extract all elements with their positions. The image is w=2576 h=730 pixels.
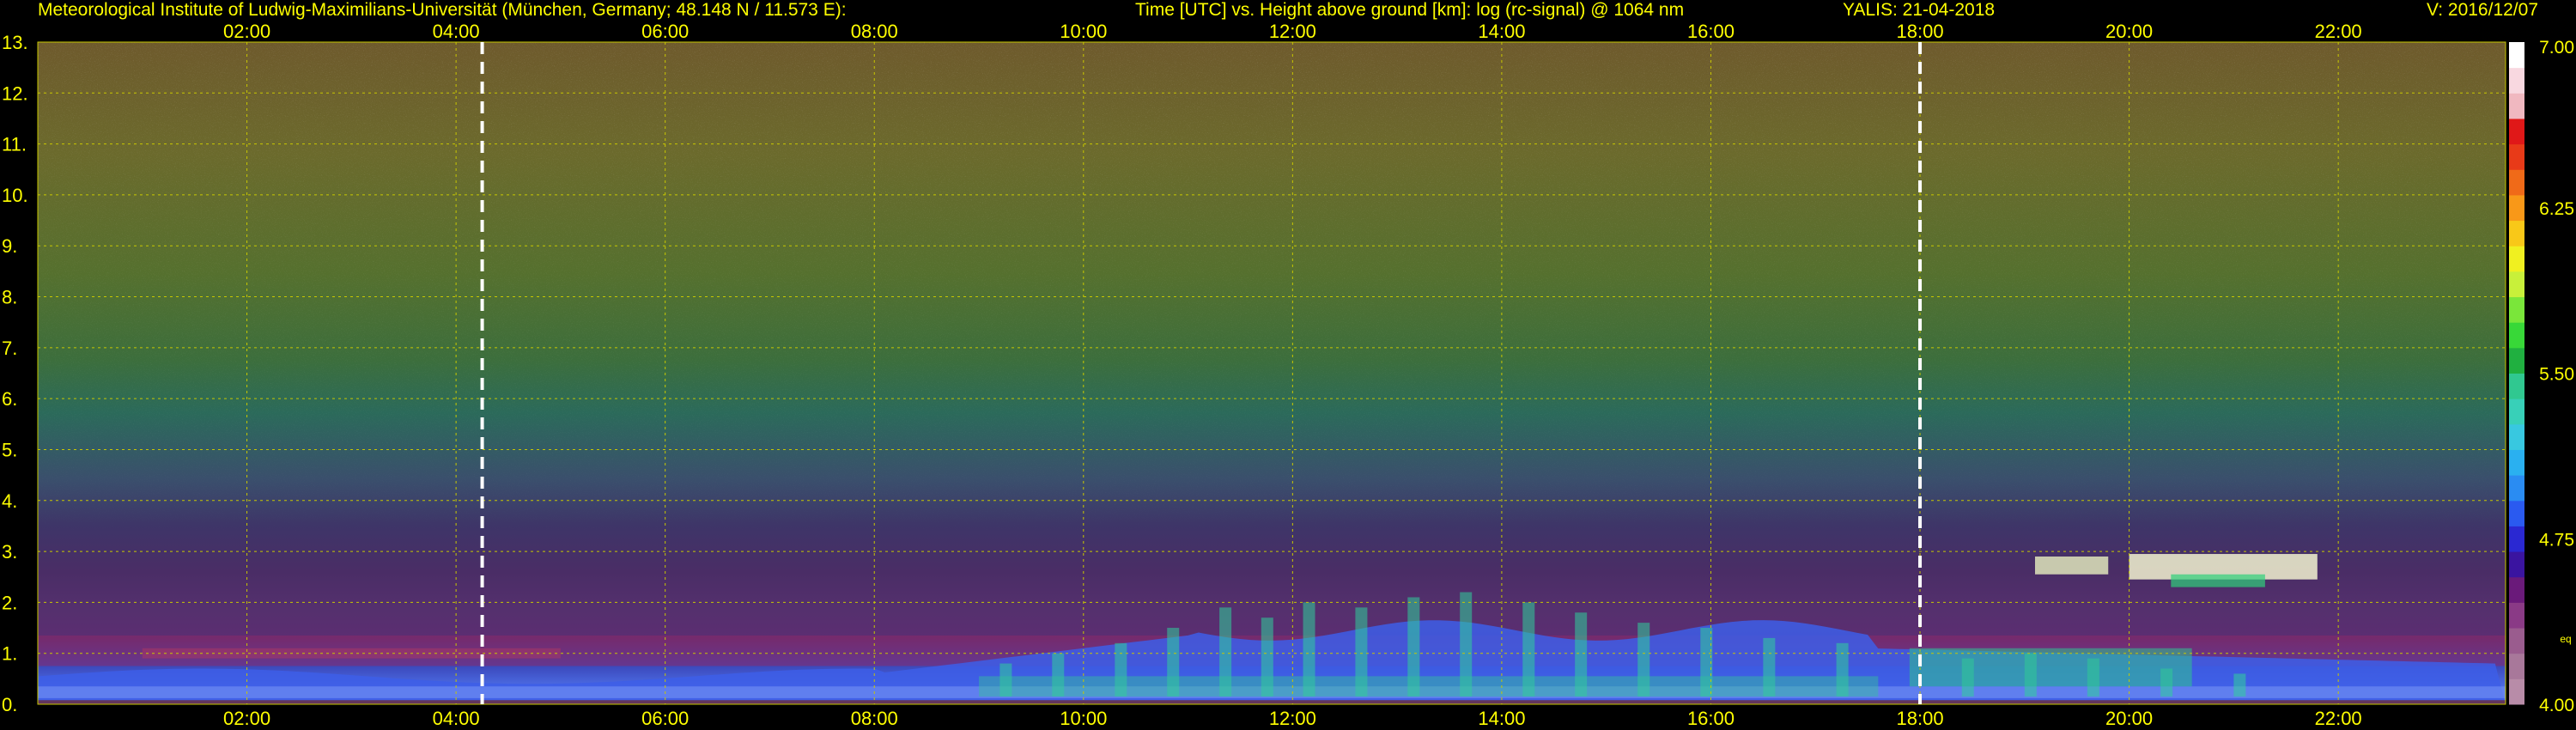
cloud-layer-a bbox=[2034, 557, 2109, 575]
mixed-layer-green bbox=[979, 676, 1879, 697]
colorbar-label-2: 5.50 bbox=[2539, 365, 2574, 385]
x-tick-top-6: 14:00 bbox=[1478, 21, 1525, 42]
colorbar: 7.00 6.25 5.50 4.75 4.00 eq bbox=[2509, 38, 2574, 715]
y-ticks: 0. 1. 2. 3. 4. 5. 6. 7. 8. 9. 10. 11. 12. 13. bbox=[2, 32, 28, 715]
x-ticks-bottom: 02:00 04:00 06:00 08:00 10:00 12:00 14:00 16:00… bbox=[223, 708, 2362, 729]
x-tick-top-2: 06:00 bbox=[641, 21, 689, 42]
y-tick-0: 0. bbox=[2, 694, 17, 715]
colorbar-label-0: 7.00 bbox=[2539, 38, 2574, 58]
x-tick-bottom-10: 22:00 bbox=[2315, 708, 2362, 729]
x-tick-top-4: 10:00 bbox=[1060, 21, 1107, 42]
y-tick-4: 4. bbox=[2, 490, 17, 512]
y-tick-8: 8. bbox=[2, 287, 17, 308]
y-tick-3: 3. bbox=[2, 541, 17, 563]
colorbar-segment-11 bbox=[2509, 398, 2524, 425]
x-tick-bottom-2: 06:00 bbox=[641, 708, 689, 729]
x-tick-top-10: 22:00 bbox=[2315, 21, 2362, 42]
cloud-base-green bbox=[2171, 574, 2265, 587]
y-tick-7: 7. bbox=[2, 338, 17, 359]
colorbar-segment-22 bbox=[2509, 118, 2524, 145]
x-tick-top-1: 04:00 bbox=[433, 21, 480, 42]
lidar-chart: 02:00 04:00 06:00 08:00 10:00 12:00 14:00 16:00… bbox=[2, 21, 2574, 729]
x-tick-bottom-9: 20:00 bbox=[2105, 708, 2153, 729]
x-tick-bottom-0: 02:00 bbox=[223, 708, 270, 729]
colorbar-segment-18 bbox=[2509, 220, 2524, 246]
colorbar-label-1: 6.25 bbox=[2539, 199, 2574, 219]
colorbar-note: eq bbox=[2560, 633, 2571, 645]
colorbar-segment-10 bbox=[2509, 423, 2524, 450]
convective-plume-20 bbox=[2233, 673, 2246, 697]
colorbar-segment-21 bbox=[2509, 143, 2524, 170]
x-tick-bottom-6: 14:00 bbox=[1478, 708, 1525, 729]
colorbar-segment-19 bbox=[2509, 194, 2524, 222]
colorbar-label-4: 4.00 bbox=[2539, 696, 2574, 715]
y-tick-12: 12. bbox=[2, 82, 28, 104]
colorbar-label-3: 4.75 bbox=[2539, 530, 2574, 550]
colorbar-segment-9 bbox=[2509, 449, 2524, 476]
x-tick-top-7: 16:00 bbox=[1687, 21, 1735, 42]
colorbar-segment-2 bbox=[2509, 628, 2524, 654]
x-tick-top-9: 20:00 bbox=[2105, 21, 2153, 42]
ground-line bbox=[38, 700, 2506, 704]
y-tick-9: 9. bbox=[2, 235, 17, 257]
x-tick-top-3: 08:00 bbox=[851, 21, 898, 42]
x-tick-top-5: 12:00 bbox=[1269, 21, 1316, 42]
x-tick-bottom-3: 08:00 bbox=[851, 708, 898, 729]
colorbar-segment-12 bbox=[2509, 373, 2524, 399]
colorbar-segment-13 bbox=[2509, 347, 2524, 374]
colorbar-segment-17 bbox=[2509, 246, 2524, 272]
colorbar-segment-7 bbox=[2509, 500, 2524, 526]
colorbar-segment-20 bbox=[2509, 169, 2524, 196]
colorbar-segment-5 bbox=[2509, 551, 2524, 578]
x-tick-top-0: 02:00 bbox=[223, 21, 270, 42]
y-tick-2: 2. bbox=[2, 592, 17, 613]
x-tick-bottom-5: 12:00 bbox=[1269, 708, 1316, 729]
colorbar-segment-15 bbox=[2509, 296, 2524, 323]
colorbar-segment-23 bbox=[2509, 93, 2524, 119]
x-tick-bottom-8: 18:00 bbox=[1897, 708, 1944, 729]
plot-area bbox=[38, 42, 2506, 704]
x-ticks-top: 02:00 04:00 06:00 08:00 10:00 12:00 14:00 16:00… bbox=[223, 21, 2362, 42]
colorbar-segment-24 bbox=[2509, 67, 2524, 94]
y-tick-5: 5. bbox=[2, 439, 17, 460]
colorbar-segment-4 bbox=[2509, 576, 2524, 603]
colorbar-segment-0 bbox=[2509, 678, 2524, 705]
colorbar-segment-6 bbox=[2509, 526, 2524, 552]
y-tick-10: 10. bbox=[2, 185, 28, 206]
x-tick-bottom-1: 04:00 bbox=[433, 708, 480, 729]
x-tick-top-8: 18:00 bbox=[1897, 21, 1944, 42]
colorbar-segment-25 bbox=[2509, 42, 2524, 69]
evening-green-layer bbox=[1909, 648, 2192, 687]
y-tick-1: 1. bbox=[2, 643, 17, 665]
y-tick-6: 6. bbox=[2, 388, 17, 410]
y-tick-13: 13. bbox=[2, 32, 28, 53]
x-tick-bottom-4: 10:00 bbox=[1060, 708, 1107, 729]
y-tick-11: 11. bbox=[2, 134, 27, 155]
colorbar-segment-14 bbox=[2509, 322, 2524, 349]
colorbar-segment-16 bbox=[2509, 271, 2524, 298]
colorbar-segment-8 bbox=[2509, 475, 2524, 502]
colorbar-segment-1 bbox=[2509, 653, 2524, 679]
x-tick-bottom-7: 16:00 bbox=[1687, 708, 1735, 729]
colorbar-segment-3 bbox=[2509, 602, 2524, 629]
